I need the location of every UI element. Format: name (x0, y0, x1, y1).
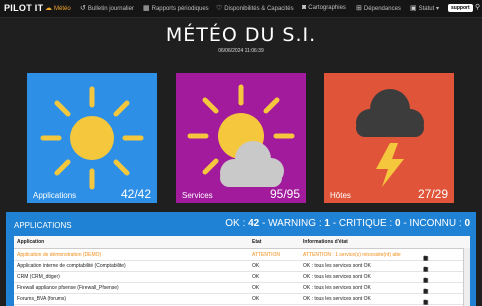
table-scrollbar[interactable] (463, 248, 470, 306)
status-icon: ▣ (410, 5, 417, 12)
nav-statut[interactable]: ▣ Statut ▾ (410, 4, 439, 12)
storm-icon (356, 89, 424, 187)
user-icon[interactable]: ⚲ (475, 3, 481, 12)
status-summary: OK : 42 - WARNING : 1 - CRITIQUE : 0 - I… (225, 218, 470, 229)
table-row[interactable]: Forums_BVA (forums) OK OK : tous les ser… (14, 293, 470, 306)
warning-count: 1 (324, 218, 330, 229)
card-hotes[interactable]: Hôtes 27/29 (324, 73, 454, 203)
camera-icon: ◙ (302, 4, 307, 11)
weather-icon: ☁ (45, 5, 52, 12)
chart-icon[interactable]: ▤ (423, 299, 429, 306)
sun-cloud-icon (187, 84, 295, 187)
history-icon: ↺ (80, 5, 86, 12)
applications-table: Application Etat Informations d'état App… (14, 236, 470, 306)
inconnu-count: 0 (464, 218, 470, 229)
nav-bulletin[interactable]: ↺ Bulletin journalier (80, 4, 134, 12)
panel-title: APPLICATIONS (14, 221, 72, 230)
column-header-application[interactable]: Application (17, 239, 44, 245)
column-header-etat[interactable]: Etat (252, 239, 261, 245)
heart-icon: ♡ (216, 5, 223, 12)
nav-disponibilites[interactable]: ♡ Disponibilités & Capacités (216, 4, 294, 12)
calendar-icon: ▦ (143, 5, 150, 12)
caret-down-icon: ▾ (434, 6, 439, 12)
card-label: Hôtes (330, 191, 351, 200)
page-title: MÉTÉO DU S.I. (165, 24, 317, 46)
card-label: Services (182, 191, 213, 200)
column-header-info[interactable]: Informations d'état (303, 239, 348, 245)
brand-logo[interactable]: PILOT IT (4, 3, 43, 13)
sun-icon (40, 86, 144, 190)
nav-cartographies[interactable]: ◙ Cartographies (302, 4, 346, 11)
table-header: Application Etat Informations d'état (14, 236, 470, 249)
sitemap-icon: ⊞ (356, 5, 362, 12)
applications-panel: APPLICATIONS OK : 42 - WARNING : 1 - CRI… (6, 212, 476, 306)
card-services[interactable]: Services 95/95 (176, 73, 306, 203)
critique-count: 0 (394, 218, 401, 229)
card-count: 95/95 (269, 187, 300, 201)
nav-rapports[interactable]: ▦ Rapports périodiques (143, 4, 209, 12)
card-applications[interactable]: Applications 42/42 (27, 73, 157, 203)
card-count: 42/42 (120, 187, 151, 201)
support-button[interactable]: support (448, 4, 473, 12)
nav-dependances[interactable]: ⊞ Dépendances (356, 4, 401, 12)
ok-count: 42 (248, 218, 260, 229)
card-label: Applications (33, 191, 77, 200)
card-count: 27/29 (417, 187, 448, 201)
page-datetime: 06/06/2024 11:06:39 (218, 48, 264, 54)
nav-meteo[interactable]: ☁ Météo (45, 4, 71, 12)
top-navbar: PILOT IT ☁ Météo ↺ Bulletin journalier ▦ Ra… (0, 0, 482, 18)
